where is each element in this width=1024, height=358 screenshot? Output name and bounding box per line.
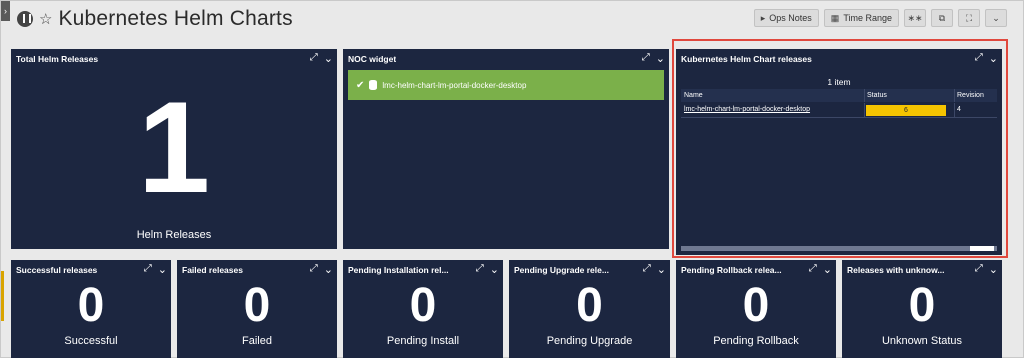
expand-icon[interactable]: ⤢ <box>642 52 650 65</box>
widget-title: Pending Installation rel... <box>348 265 449 275</box>
toolbar: ▸ Ops Notes ▦ Time Range ∗∗ ⧉ ⛶ ⌄ <box>753 9 1007 27</box>
expand-icon[interactable]: ⤢ <box>809 263 817 276</box>
ops-notes-label: Ops Notes <box>769 13 812 23</box>
pending-upgrade-label: Pending Upgrade <box>546 335 633 347</box>
highlight-box <box>672 39 1008 258</box>
title-row: ☆ Kubernetes Helm Charts <box>17 6 293 32</box>
left-accent-strip <box>1 271 4 321</box>
sidebar-toggle[interactable]: › <box>1 1 10 21</box>
widget-title: NOC widget <box>348 54 397 64</box>
fullscreen-button[interactable]: ⛶ <box>958 9 980 27</box>
chevron-down-icon[interactable]: ⌄ <box>158 263 167 276</box>
chevron-down-icon[interactable]: ⌄ <box>324 52 333 65</box>
time-range-button[interactable]: ▦ Time Range <box>823 9 899 27</box>
widget-failed-releases: Failed releases ⤢ ⌄ 0 Failed <box>177 260 337 358</box>
widget-title: Releases with unknow... <box>847 265 945 275</box>
failed-value: 0 <box>243 279 271 332</box>
unknown-value: 0 <box>908 279 936 332</box>
successful-value: 0 <box>77 279 105 332</box>
total-label: Helm Releases <box>136 229 212 241</box>
expand-icon[interactable]: ⤢ <box>975 263 983 276</box>
successful-label: Successful <box>64 335 118 347</box>
widget-total-helm-releases: Total Helm Releases ⤢ ⌄ 1 Helm Releases <box>11 49 337 249</box>
noc-item-label: lmc-helm-chart-lm-portal-docker-desktop <box>382 80 527 90</box>
expand-icon[interactable]: ⤢ <box>310 52 318 65</box>
pending-rollback-label: Pending Rollback <box>713 335 799 347</box>
play-icon: ▸ <box>760 12 766 23</box>
expand-icon[interactable]: ⤢ <box>144 263 152 276</box>
time-range-label: Time Range <box>843 13 892 23</box>
expand-icon[interactable]: ⤢ <box>643 263 651 276</box>
noc-item[interactable]: ✔ lmc-helm-chart-lm-portal-docker-deskto… <box>348 70 664 100</box>
ops-notes-button[interactable]: ▸ Ops Notes <box>753 9 819 27</box>
check-icon: ✔ <box>356 79 365 91</box>
more-button[interactable]: ⌄ <box>985 9 1007 27</box>
expand-icon[interactable]: ⤢ <box>476 263 484 276</box>
dashboard-icon <box>17 11 33 27</box>
widget-unknown-status: Releases with unknow... ⤢ ⌄ 0 Unknown Sta… <box>842 260 1002 358</box>
widget-title: Successful releases <box>16 265 98 275</box>
widget-title: Failed releases <box>182 265 243 275</box>
chevron-down-icon[interactable]: ⌄ <box>657 263 666 276</box>
tokens-button[interactable]: ∗∗ <box>904 9 926 27</box>
widget-noc: NOC widget ⤢ ⌄ ✔ lmc-helm-chart-lm-portal… <box>343 49 669 249</box>
chevron-down-icon[interactable]: ⌄ <box>324 263 333 276</box>
widget-pending-install: Pending Installation rel... ⤢ ⌄ 0 Pending… <box>343 260 503 358</box>
expand-icon[interactable]: ⤢ <box>310 263 318 276</box>
pending-install-label: Pending Install <box>386 335 460 347</box>
chevron-down-icon[interactable]: ⌄ <box>490 263 499 276</box>
widget-successful-releases: Successful releases ⤢ ⌄ 0 Successful <box>11 260 171 358</box>
widget-title: Pending Rollback relea... <box>681 265 782 275</box>
chevron-down-icon[interactable]: ⌄ <box>656 52 665 65</box>
unknown-label: Unknown Status <box>881 335 963 347</box>
pending-install-value: 0 <box>409 279 437 332</box>
chevron-down-icon[interactable]: ⌄ <box>823 263 832 276</box>
widget-title: Pending Upgrade rele... <box>514 265 609 275</box>
chevron-down-icon: ⌄ <box>992 12 1000 23</box>
tokens-icon: ∗∗ <box>907 12 923 23</box>
total-value: 1 <box>137 74 211 220</box>
widget-pending-rollback: Pending Rollback relea... ⤢ ⌄ 0 Pending R… <box>676 260 836 358</box>
widget-pending-upgrade: Pending Upgrade rele... ⤢ ⌄ 0 Pending Upg… <box>509 260 670 358</box>
fullscreen-icon: ⛶ <box>965 12 973 23</box>
clone-icon: ⧉ <box>938 12 946 23</box>
page-title: Kubernetes Helm Charts <box>58 7 293 30</box>
database-icon <box>369 80 378 90</box>
star-icon[interactable]: ☆ <box>39 10 52 28</box>
calendar-icon: ▦ <box>830 12 840 23</box>
pending-rollback-value: 0 <box>742 279 770 332</box>
chevron-down-icon[interactable]: ⌄ <box>989 263 998 276</box>
clone-button[interactable]: ⧉ <box>931 9 953 27</box>
failed-label: Failed <box>242 335 272 347</box>
pending-upgrade-value: 0 <box>576 279 603 332</box>
widget-title: Total Helm Releases <box>16 54 99 64</box>
